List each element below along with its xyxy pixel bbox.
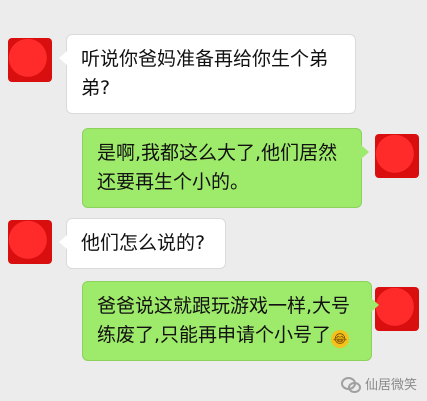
- avatar[interactable]: [8, 38, 52, 82]
- avatar[interactable]: [375, 287, 419, 331]
- avatar[interactable]: [8, 220, 52, 264]
- wechat-icon: [340, 376, 361, 393]
- watermark: 仙居微笑: [340, 374, 417, 393]
- message-bubble[interactable]: 听说你爸妈准备再给你生个弟弟?: [59, 34, 356, 114]
- message-text: 他们怎么说的?: [81, 232, 206, 254]
- watermark-text: 仙居微笑: [364, 378, 417, 393]
- message-bubble[interactable]: 他们怎么说的?: [59, 218, 226, 269]
- message-bubble[interactable]: 爸爸说这就跟玩游戏一样,大号练废了,只能再申请个小号了 😂: [82, 281, 379, 361]
- message-text: 是啊,我都这么大了,他们居然还要再生个小的。: [97, 142, 338, 193]
- laughing-emoji-icon: 😂: [331, 330, 350, 348]
- avatar[interactable]: [375, 134, 419, 178]
- message-bubble[interactable]: 是啊,我都这么大了,他们居然还要再生个小的。: [82, 128, 369, 208]
- message-text: 爸爸说这就跟玩游戏一样,大号练废了,只能再申请个小号了: [97, 295, 351, 346]
- message-text: 听说你爸妈准备再给你生个弟弟?: [81, 48, 329, 99]
